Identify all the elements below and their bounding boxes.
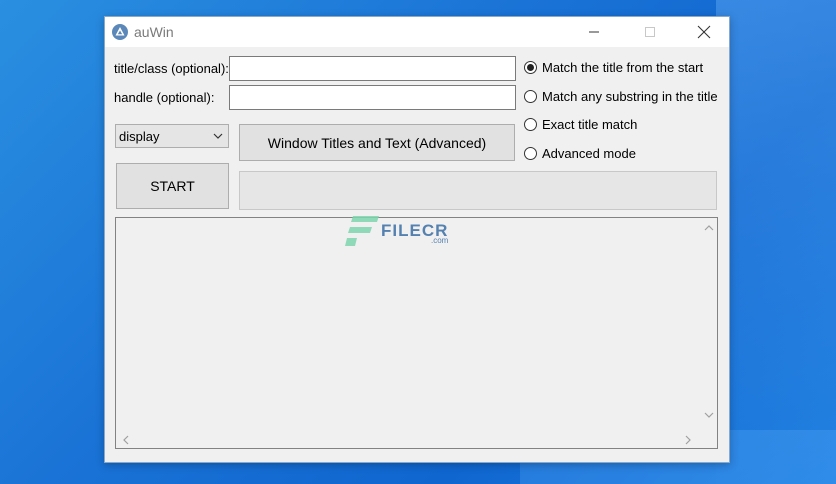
start-button[interactable]: START xyxy=(116,163,229,209)
radio-label: Exact title match xyxy=(542,117,638,132)
scroll-right-button[interactable] xyxy=(682,431,694,448)
vertical-scrollbar[interactable] xyxy=(700,218,717,431)
chevron-up-icon xyxy=(704,225,713,231)
watermark-suffix: .com xyxy=(431,236,449,245)
radio-circle xyxy=(524,61,537,74)
radio-exact-match[interactable]: Exact title match xyxy=(524,117,637,132)
maximize-button[interactable] xyxy=(627,17,673,47)
window-title: auWin xyxy=(134,24,174,40)
radio-match-start[interactable]: Match the title from the start xyxy=(524,60,703,75)
handle-label: handle (optional): xyxy=(114,90,215,105)
close-button[interactable] xyxy=(681,17,727,47)
radio-advanced-mode[interactable]: Advanced mode xyxy=(524,146,636,161)
maximize-icon xyxy=(645,27,655,37)
filecr-logo-icon xyxy=(345,216,379,246)
output-textarea[interactable] xyxy=(115,217,718,449)
radio-circle xyxy=(524,147,537,160)
radio-circle xyxy=(524,118,537,131)
autoit-icon xyxy=(112,24,128,40)
chevron-down-icon xyxy=(213,133,223,139)
scroll-up-button[interactable] xyxy=(700,222,717,234)
minimize-icon xyxy=(589,31,599,33)
title-class-input[interactable] xyxy=(229,56,516,81)
horizontal-scrollbar[interactable] xyxy=(116,431,701,448)
display-select[interactable]: display xyxy=(115,124,229,148)
chevron-right-icon xyxy=(685,435,691,444)
radio-circle xyxy=(524,90,537,103)
title-bar[interactable]: auWin xyxy=(105,17,729,47)
radio-label: Match the title from the start xyxy=(542,60,704,75)
title-class-label: title/class (optional): xyxy=(114,61,229,76)
minimize-button[interactable] xyxy=(571,17,617,47)
scroll-left-button[interactable] xyxy=(120,431,132,448)
close-icon xyxy=(697,25,711,39)
chevron-down-icon xyxy=(704,412,713,418)
radio-label: Advanced mode xyxy=(542,146,636,161)
radio-label: Match any substring in the title xyxy=(542,89,718,104)
chevron-left-icon xyxy=(123,435,129,444)
display-select-value: display xyxy=(119,129,160,144)
scroll-down-button[interactable] xyxy=(700,409,717,421)
wallpaper-highlight xyxy=(716,0,836,484)
handle-input[interactable] xyxy=(229,85,516,110)
auwin-window: auWin title/class (optional): handle (op… xyxy=(104,16,730,463)
radio-match-substring[interactable]: Match any substring in the title xyxy=(524,89,718,104)
status-box xyxy=(239,171,717,210)
filecr-watermark: FILECR .com xyxy=(345,216,448,246)
window-titles-advanced-button[interactable]: Window Titles and Text (Advanced) xyxy=(239,124,515,161)
